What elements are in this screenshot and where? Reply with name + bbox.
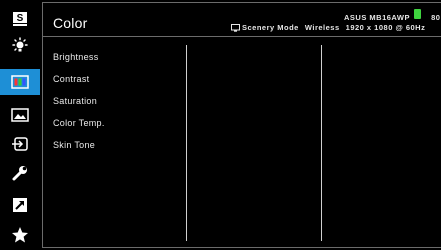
connection-label: Wireless: [304, 23, 340, 32]
svg-text:S: S: [17, 13, 24, 24]
sidebar-item-blue-light-filter[interactable]: [0, 33, 40, 59]
myfavorite-icon: [12, 227, 28, 243]
sidebar-item-shortcut[interactable]: [0, 192, 40, 218]
sidebar-item-myfavorite[interactable]: [0, 222, 40, 248]
model-name: ASUS MB16AWP: [344, 13, 410, 22]
menu-item-saturation[interactable]: Saturation: [53, 96, 97, 106]
status-line: Scenery Mode Wireless 1920 x 1080 @ 60Hz: [231, 23, 425, 32]
model-status: ASUS MB16AWP 80: [344, 9, 441, 22]
blue-light-filter-icon: [12, 37, 28, 52]
osd-menu: S Color ASUS MB16AWP 80 Scenery Mode Wir…: [0, 0, 441, 250]
resolution-label: 1920 x 1080 @ 60Hz: [345, 23, 426, 32]
splendid-icon: S: [13, 12, 27, 26]
sidebar-item-image[interactable]: [0, 102, 40, 128]
sidebar-item-color[interactable]: [0, 69, 40, 95]
shortcut-icon: [13, 198, 27, 212]
menu-item-contrast[interactable]: Contrast: [53, 74, 89, 84]
image-icon: [11, 108, 29, 122]
monitor-icon: [231, 23, 240, 32]
level-value: 80: [431, 13, 441, 22]
system-setup-icon: [12, 166, 27, 181]
sidebar: S: [0, 0, 40, 250]
header-divider: [43, 36, 441, 37]
main-panel: Color ASUS MB16AWP 80 Scenery Mode Wirel…: [42, 2, 441, 248]
page-title: Color: [53, 15, 88, 31]
menu-item-color-temp[interactable]: Color Temp.: [53, 118, 105, 128]
sidebar-item-system-setup[interactable]: [0, 160, 40, 186]
menu-item-skin-tone[interactable]: Skin Tone: [53, 140, 95, 150]
input-select-icon: [12, 137, 28, 151]
sidebar-item-splendid[interactable]: S: [0, 6, 40, 32]
column-divider-1: [186, 45, 187, 241]
battery-icon: [414, 9, 422, 19]
mode-label: Scenery Mode: [242, 23, 299, 32]
sidebar-item-input-select[interactable]: [0, 131, 40, 157]
column-divider-2: [321, 45, 322, 241]
color-icon: [11, 75, 29, 89]
menu-item-brightness[interactable]: Brightness: [53, 52, 99, 62]
